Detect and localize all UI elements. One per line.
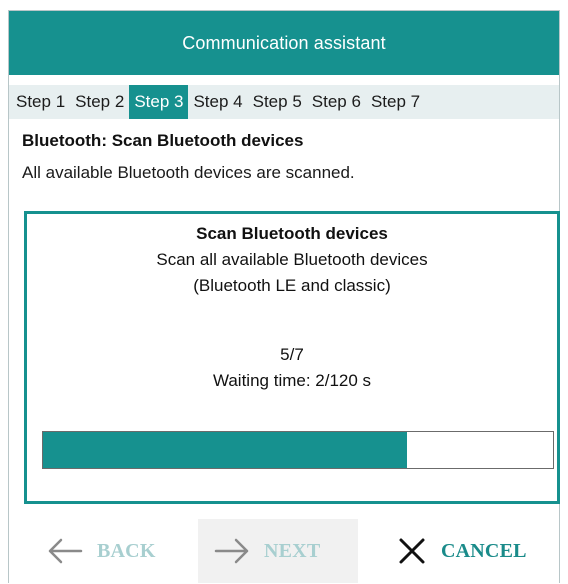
arrow-right-icon	[214, 537, 250, 565]
section-title: Bluetooth: Scan Bluetooth devices	[22, 131, 304, 150]
button-bar: BACK NEXT CANCEL	[9, 515, 561, 584]
title-bar: Communication assistant	[9, 11, 559, 75]
cancel-button[interactable]: CANCEL	[389, 519, 549, 583]
section-description: All available Bluetooth devices are scan…	[22, 163, 355, 182]
next-button[interactable]: NEXT	[198, 519, 358, 583]
step-1[interactable]: Step 1	[11, 85, 70, 119]
back-button[interactable]: BACK	[39, 519, 204, 583]
arrow-left-icon	[47, 537, 83, 565]
scan-counter: 5/7	[280, 345, 304, 364]
window-title: Communication assistant	[182, 32, 386, 53]
step-navigation: Step 1 Step 2 Step 3 Step 4 Step 5 Step …	[9, 85, 559, 119]
step-2[interactable]: Step 2	[70, 85, 129, 119]
scan-panel: Scan Bluetooth devices Scan all availabl…	[24, 211, 560, 504]
progress-bar	[42, 431, 554, 469]
next-button-label: NEXT	[264, 539, 321, 562]
step-7[interactable]: Step 7	[366, 85, 425, 119]
step-6[interactable]: Step 6	[307, 85, 366, 119]
scan-description: Scan all available Bluetooth devices	[156, 250, 428, 269]
step-4[interactable]: Step 4	[188, 85, 247, 119]
close-icon	[397, 536, 427, 566]
scan-title: Scan Bluetooth devices	[196, 224, 388, 243]
step-3[interactable]: Step 3	[129, 85, 189, 119]
scan-description-detail: (Bluetooth LE and classic)	[193, 276, 391, 295]
back-button-label: BACK	[97, 539, 156, 562]
progress-bar-fill	[43, 432, 408, 468]
waiting-time: Waiting time: 2/120 s	[212, 371, 372, 390]
step-5[interactable]: Step 5	[248, 85, 307, 119]
cancel-button-label: CANCEL	[441, 539, 527, 562]
communication-assistant-window: Communication assistant Step 1 Step 2 St…	[8, 10, 560, 583]
